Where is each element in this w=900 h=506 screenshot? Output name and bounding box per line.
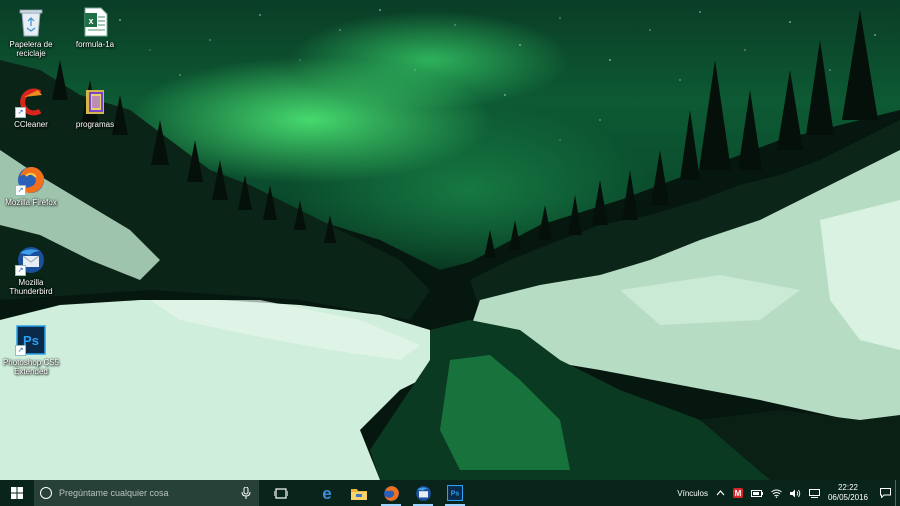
desktop-icon-ccleaner[interactable]: ↗ CCleaner bbox=[0, 86, 64, 129]
system-tray: Vínculos M 22:22 06/05/2016 bbox=[673, 480, 900, 506]
search-placeholder: Pregúntame cualquier cosa bbox=[59, 488, 169, 498]
svg-text:e: e bbox=[322, 485, 331, 501]
cortana-icon bbox=[40, 487, 52, 499]
thunderbird-taskbar-button[interactable] bbox=[407, 480, 439, 506]
clock-date: 06/05/2016 bbox=[827, 493, 868, 502]
wifi-icon[interactable] bbox=[771, 489, 782, 498]
photoshop-icon: Ps ↗ bbox=[15, 324, 47, 356]
thunderbird-icon bbox=[415, 485, 431, 501]
excel-file-icon: x bbox=[79, 6, 111, 38]
folder-icon bbox=[351, 488, 367, 500]
microphone-icon[interactable] bbox=[241, 487, 251, 499]
svg-text:x: x bbox=[88, 16, 93, 26]
photoshop-icon: Ps bbox=[447, 485, 463, 501]
svg-text:M: M bbox=[735, 489, 742, 498]
clock[interactable]: 22:22 06/05/2016 bbox=[828, 483, 868, 503]
desktop-icon-programas[interactable]: programas bbox=[62, 86, 128, 129]
recycle-bin-icon bbox=[15, 6, 47, 38]
shortcut-arrow-icon: ↗ bbox=[15, 345, 26, 356]
desktop-icon-label: programas bbox=[75, 120, 115, 129]
show-desktop-button[interactable] bbox=[895, 480, 900, 506]
windows-logo-icon bbox=[11, 487, 23, 499]
language-icon[interactable] bbox=[808, 488, 820, 498]
taskbar: Pregúntame cualquier cosa e Ps Vínculos … bbox=[0, 480, 900, 506]
desktop-icon-formula-1a[interactable]: x formula-1a bbox=[62, 6, 128, 49]
desktop-icon-mozilla-firefox[interactable]: ↗ Mozilla Firefox bbox=[0, 164, 64, 207]
file-explorer-taskbar-button[interactable] bbox=[343, 480, 375, 506]
firefox-icon bbox=[383, 485, 399, 501]
battery-icon[interactable] bbox=[750, 489, 763, 497]
folder-icon bbox=[79, 86, 111, 118]
edge-icon: e bbox=[322, 485, 331, 501]
shortcut-arrow-icon: ↗ bbox=[15, 265, 26, 276]
ccleaner-icon: ↗ bbox=[15, 86, 47, 118]
desktop-icon-recycle-bin[interactable]: Papelera de reciclaje bbox=[0, 6, 64, 58]
chevron-up-icon[interactable] bbox=[716, 490, 725, 496]
start-button[interactable] bbox=[0, 480, 34, 506]
svg-text:Ps: Ps bbox=[451, 491, 460, 498]
desktop-icon-label: Papelera de reciclaje bbox=[9, 40, 53, 58]
desktop-icon-label: Mozilla Firefox bbox=[5, 198, 57, 207]
desktop-icon-mozilla-thunderbird[interactable]: ↗ Mozilla Thunderbird bbox=[0, 244, 64, 296]
shortcut-arrow-icon: ↗ bbox=[15, 185, 26, 196]
photoshop-taskbar-button[interactable]: Ps bbox=[439, 480, 471, 506]
shortcut-arrow-icon: ↗ bbox=[15, 107, 26, 118]
desktop-icon-photoshop[interactable]: Ps ↗ Photoshop CS5 Extended bbox=[0, 324, 64, 376]
desktop-icon-label: CCleaner bbox=[14, 120, 48, 129]
desktop-icon-label: Mozilla Thunderbird bbox=[9, 278, 53, 296]
links-toolbar[interactable]: Vínculos bbox=[677, 489, 708, 498]
desktop-icon-label: Photoshop CS5 Extended bbox=[2, 358, 60, 376]
firefox-taskbar-button[interactable] bbox=[375, 480, 407, 506]
thunderbird-icon: ↗ bbox=[15, 244, 47, 276]
cortana-search-box[interactable]: Pregúntame cualquier cosa bbox=[34, 480, 259, 506]
action-center-icon[interactable] bbox=[880, 488, 891, 498]
antivirus-tray-icon[interactable]: M bbox=[732, 488, 743, 498]
desktop-icon-label: formula-1a bbox=[75, 40, 115, 49]
clock-time: 22:22 bbox=[837, 483, 858, 492]
edge-taskbar-button[interactable]: e bbox=[311, 480, 343, 506]
volume-icon[interactable] bbox=[789, 489, 801, 498]
task-view-icon bbox=[274, 487, 288, 499]
desktop[interactable]: Papelera de reciclaje x formula-1a ↗ CCl… bbox=[0, 0, 900, 506]
landscape-wallpaper bbox=[0, 10, 900, 480]
task-view-button[interactable] bbox=[265, 480, 297, 506]
firefox-icon: ↗ bbox=[15, 164, 47, 196]
